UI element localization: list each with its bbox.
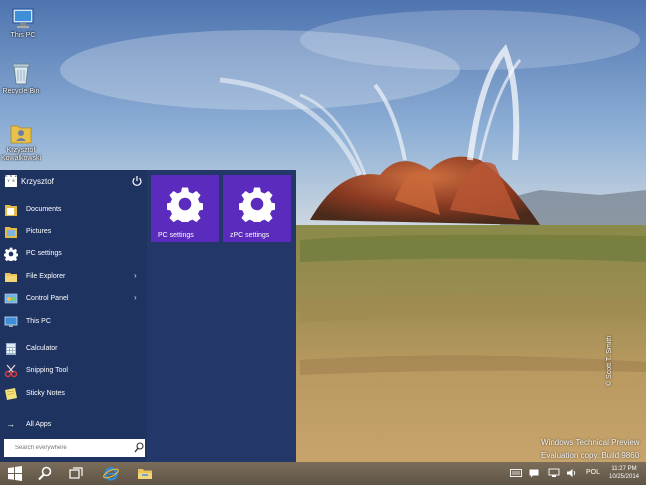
desktop-icon-recycle-bin[interactable]: Recycle Bin — [0, 62, 44, 96]
start-item-label: PC settings — [26, 250, 62, 257]
file-explorer-taskbar-button[interactable] — [130, 462, 160, 485]
gear-icon — [4, 247, 18, 261]
task-view-button[interactable] — [61, 462, 91, 485]
volume-icon[interactable] — [566, 468, 577, 478]
start-item-sticky-notes[interactable]: Sticky Notes — [0, 384, 147, 404]
start-item-label: This PC — [26, 318, 51, 325]
start-item-label: Pictures — [26, 228, 52, 235]
pictures-folder-icon — [5, 227, 17, 238]
all-apps-button[interactable]: All Apps — [26, 421, 51, 428]
search-box[interactable] — [4, 439, 145, 457]
start-menu-left-column: K S Z Y S Krzysztof Documents Pictures P… — [0, 170, 147, 462]
search-icon — [38, 466, 52, 481]
keyboard-icon[interactable] — [510, 469, 522, 477]
start-item-file-explorer[interactable]: File Explorer › — [0, 267, 147, 287]
avatar: K S Z Y S — [5, 175, 17, 187]
file-explorer-icon — [5, 273, 17, 282]
input-language[interactable]: POL — [586, 469, 600, 476]
start-item-label: Control Panel — [26, 295, 69, 302]
chevron-right-icon[interactable]: › — [134, 271, 137, 280]
documents-folder-icon — [5, 205, 17, 216]
gear-icon — [239, 187, 275, 222]
photo-credit: © Scott T. Smith — [606, 335, 613, 386]
start-item-label: Documents — [26, 206, 62, 213]
taskbar: POL 11:27 PM 10/25/2014 — [0, 462, 646, 485]
start-menu: K S Z Y S Krzysztof Documents Pictures P… — [0, 170, 296, 462]
gear-icon — [167, 187, 203, 222]
start-item-pictures[interactable]: Pictures — [0, 222, 147, 242]
clock-date: 10/25/2014 — [608, 474, 640, 480]
control-panel-icon — [4, 293, 18, 304]
desktop-icon-user-folder[interactable]: Krzysztof Kowalkowski — [0, 121, 44, 163]
power-icon[interactable] — [131, 175, 143, 187]
desktop-icon-this-pc[interactable]: This PC — [0, 8, 46, 40]
desktop-icon-label: Krzysztof Kowalkowski — [0, 147, 42, 162]
notifications-icon[interactable] — [529, 469, 539, 478]
user-name: Krzysztof — [21, 177, 54, 186]
search-input[interactable] — [4, 439, 139, 457]
start-button[interactable] — [0, 462, 30, 485]
recycle-bin-icon — [12, 63, 30, 85]
clock-time: 11:27 PM — [611, 466, 637, 472]
desktop-icon-label: This PC — [10, 32, 36, 39]
start-item-label: Calculator — [26, 345, 58, 352]
chevron-right-icon[interactable]: › — [134, 293, 137, 302]
task-view-icon — [69, 467, 83, 479]
start-item-calculator[interactable]: Calculator — [0, 339, 147, 359]
start-item-control-panel[interactable]: Control Panel › — [0, 289, 147, 309]
tile-pc-settings[interactable]: PC settings — [151, 175, 219, 242]
desktop-icon-label: Recycle Bin — [2, 88, 40, 95]
internet-explorer-button[interactable] — [96, 462, 126, 485]
taskbar-search-button[interactable] — [30, 462, 60, 485]
start-item-snipping-tool[interactable]: Snipping Tool — [0, 361, 147, 381]
start-item-this-pc[interactable]: This PC — [0, 312, 147, 332]
scissors-icon — [4, 364, 18, 378]
windows-logo-icon — [8, 466, 22, 481]
tile-label: zPC settings — [230, 232, 270, 239]
network-icon[interactable] — [548, 468, 560, 478]
sticky-note-icon — [5, 388, 17, 400]
watermark-line-1: Windows Technical Preview — [541, 438, 640, 447]
monitor-icon — [12, 8, 34, 28]
monitor-icon — [4, 316, 18, 327]
tile-label: PC settings — [158, 232, 194, 239]
start-item-documents[interactable]: Documents — [0, 200, 147, 220]
start-item-label: Snipping Tool — [26, 367, 68, 374]
tile-zpc-settings[interactable]: zPC settings — [223, 175, 291, 242]
user-account-row[interactable]: K S Z Y S Krzysztof — [0, 170, 147, 192]
arrow-right-icon: → — [6, 419, 15, 429]
search-icon[interactable] — [134, 442, 144, 453]
start-item-label: File Explorer — [26, 273, 66, 280]
user-folder-icon — [10, 125, 32, 144]
clock[interactable]: 11:27 PM 10/25/2014 — [605, 465, 643, 481]
calculator-icon — [6, 343, 16, 355]
start-item-label: Sticky Notes — [26, 390, 65, 397]
internet-explorer-icon — [103, 467, 119, 481]
start-item-pc-settings[interactable]: PC settings — [0, 244, 147, 264]
file-explorer-icon — [138, 469, 152, 479]
watermark-line-2: Evaluation copy. Build 9860 — [541, 451, 640, 460]
